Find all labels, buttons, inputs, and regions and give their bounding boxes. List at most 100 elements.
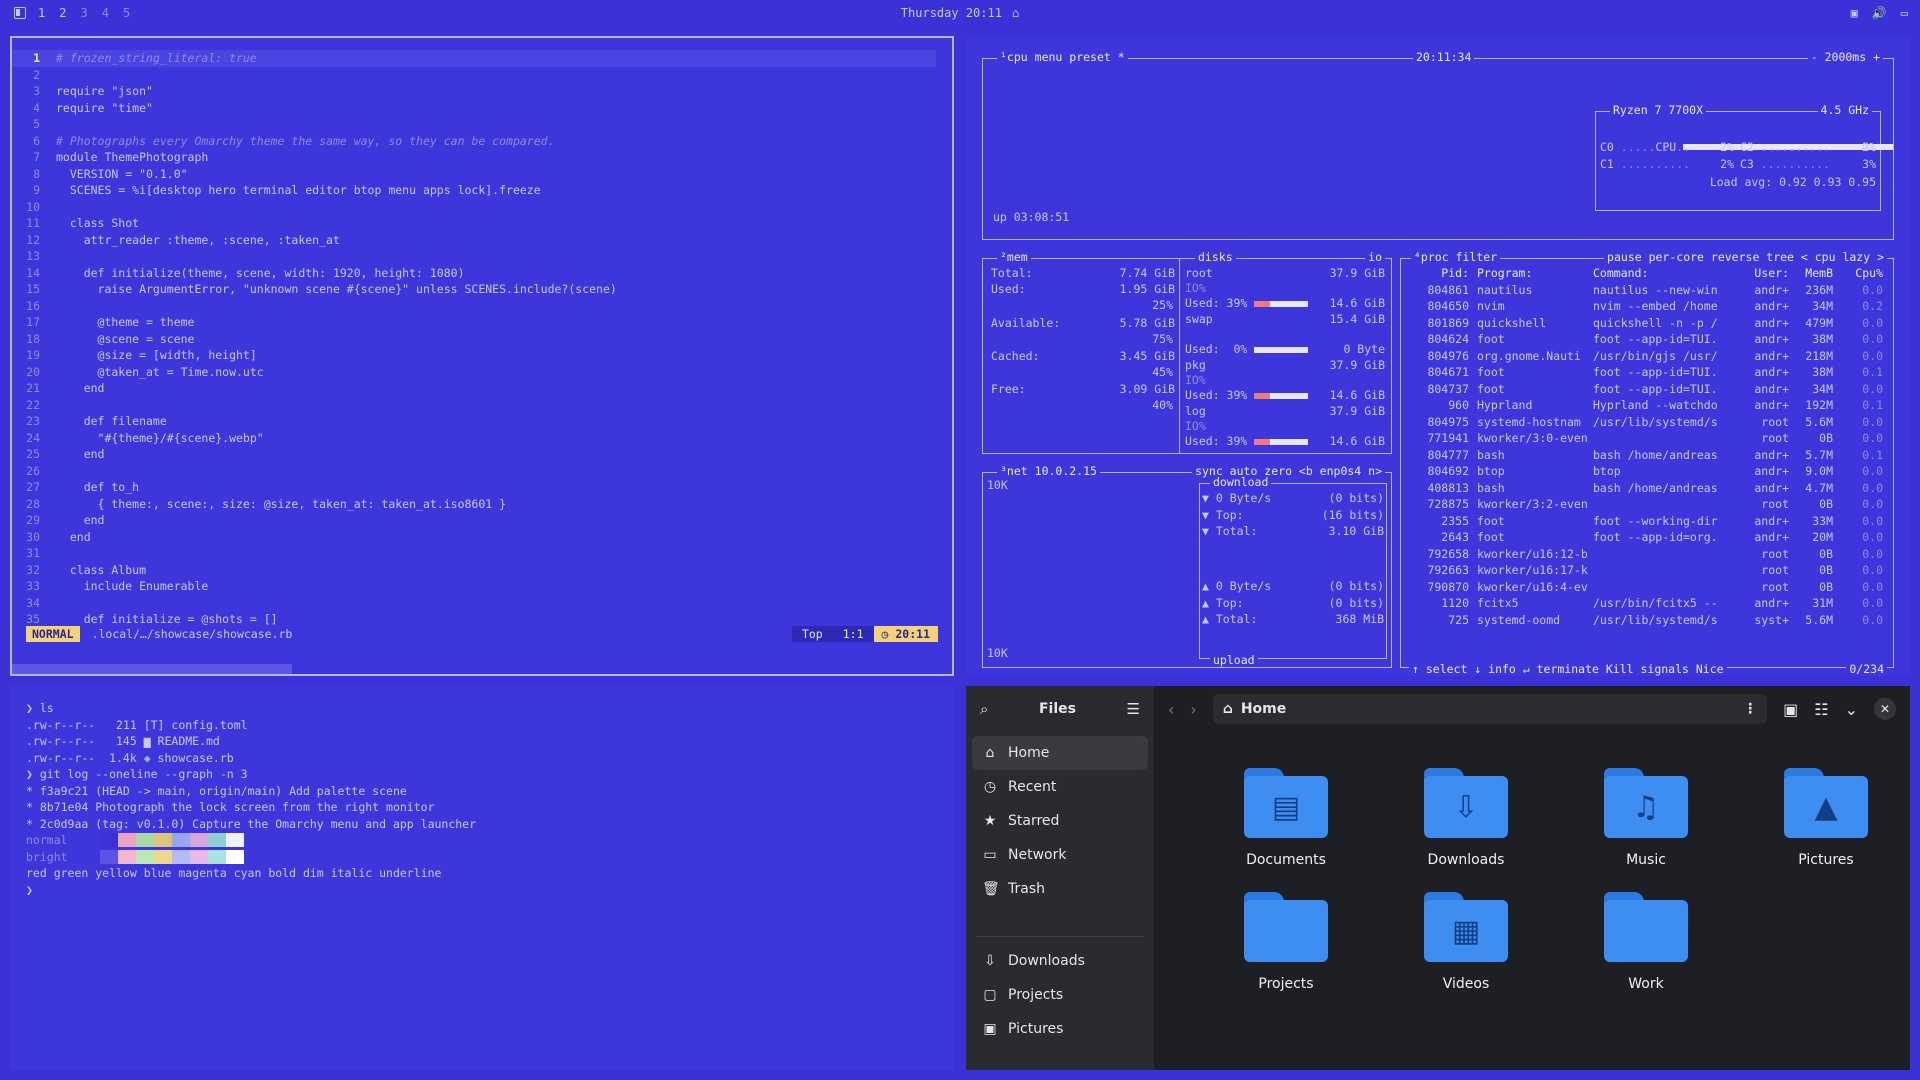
sidebar-item-downloads[interactable]: ⇩ Downloads bbox=[972, 944, 1148, 978]
editor-line[interactable]: 9 SCENES = %i[desktop hero terminal edit… bbox=[12, 182, 952, 199]
menu-tab[interactable]: menu bbox=[1035, 50, 1063, 64]
proc-row[interactable]: 1120 fcitx5/usr/bin/fcitx5 -- andr+ 31M 0.0 bbox=[1405, 595, 1889, 612]
view-list-icon[interactable]: ☷ bbox=[1814, 700, 1828, 719]
sidebar-item-pictures[interactable]: ▣ Pictures bbox=[972, 1012, 1148, 1046]
editor-line[interactable]: 34 bbox=[12, 595, 952, 612]
proc-row[interactable]: 790870 kworker/u16:4-ev root 0B 0.0 bbox=[1405, 579, 1889, 596]
location-menu-icon[interactable]: ⋮ bbox=[1743, 701, 1757, 717]
proc-rows[interactable]: 804861 nautilus nautilus --new-win andr+ 236… bbox=[1405, 282, 1889, 629]
editor-line[interactable]: 4 require "time" bbox=[12, 100, 952, 117]
display-icon[interactable]: ▭ bbox=[1901, 6, 1908, 20]
terminal-output[interactable]: ❯ ls .rw-r--r-- 211 [T] config.toml .rw-r-… bbox=[26, 700, 476, 832]
camera-icon[interactable]: ▣ bbox=[1783, 700, 1798, 719]
editor-line[interactable]: 3 require "json" bbox=[12, 83, 952, 100]
proc-row[interactable]: 804671 foot foot --app-id=TUI. andr+ 38M 0.1 bbox=[1405, 364, 1889, 381]
editor-line[interactable]: 26 bbox=[12, 463, 952, 480]
editor-line[interactable]: 31 bbox=[12, 545, 952, 562]
editor-scrollbar[interactable] bbox=[12, 664, 292, 674]
sidebar-item-trash[interactable]: 🗑 Trash bbox=[972, 872, 1148, 906]
proc-row[interactable]: 804861 nautilus nautilus --new-win andr+ 236… bbox=[1405, 282, 1889, 299]
update-interval[interactable]: - 2000ms + bbox=[1807, 50, 1883, 64]
editor-line[interactable]: 18 @scene = scene bbox=[12, 331, 952, 348]
editor-line[interactable]: 8 VERSION = "0.1.0" bbox=[12, 166, 952, 183]
mem-title[interactable]: ²mem bbox=[997, 250, 1031, 264]
editor-line[interactable]: 29 end bbox=[12, 512, 952, 529]
folder-projects[interactable]: Projects bbox=[1196, 892, 1376, 992]
editor-line[interactable]: 32 class Album bbox=[12, 562, 952, 579]
proc-row[interactable]: 804624 foot foot --app-id=TUI. andr+ 38M 0.0 bbox=[1405, 331, 1889, 348]
proc-row[interactable]: 804692 btop btop andr+ 9.0M 0.0 bbox=[1405, 463, 1889, 480]
sidebar-item-network[interactable]: ▭ Network bbox=[972, 838, 1148, 872]
folder-videos[interactable]: ▦ Videos bbox=[1376, 892, 1556, 992]
proc-title[interactable]: ⁴proc filter bbox=[1411, 250, 1501, 264]
editor-line[interactable]: 23 def filename bbox=[12, 413, 952, 430]
editor-line[interactable]: 10 bbox=[12, 199, 952, 216]
close-icon[interactable]: ✕ bbox=[1874, 698, 1896, 720]
editor-line[interactable]: 5 bbox=[12, 116, 952, 133]
editor-line[interactable]: 21 end bbox=[12, 380, 952, 397]
clock[interactable]: Thursday 20:11 bbox=[901, 6, 1002, 20]
editor-line[interactable]: 27 def to_h bbox=[12, 479, 952, 496]
folder-documents[interactable]: ▤ Documents bbox=[1196, 768, 1376, 868]
sidebar-item-starred[interactable]: ★ Starred bbox=[972, 804, 1148, 838]
editor-line[interactable]: 19 @size = [width, height] bbox=[12, 347, 952, 364]
proc-row[interactable]: 408813 bash bash /home/andreas andr+ 4.7M 0.0 bbox=[1405, 480, 1889, 497]
screenshot-icon[interactable]: ▣ bbox=[1851, 6, 1858, 20]
workspace-2[interactable]: 2 bbox=[57, 6, 68, 20]
menu-icon[interactable]: ☰ bbox=[1127, 700, 1140, 718]
proc-row[interactable]: 804777 bash bash /home/andreas andr+ 5.7M 0.1 bbox=[1405, 447, 1889, 464]
editor-line[interactable]: 6 # Photographs every Omarchy theme the s… bbox=[12, 133, 952, 150]
sidebar-item-home[interactable]: ⌂ Home bbox=[972, 736, 1148, 770]
proc-row[interactable]: 792663 kworker/u16:17-k root 0B 0.0 bbox=[1405, 562, 1889, 579]
btop-window[interactable]: ¹cpu menu preset * 20:11:34 - 2000ms + R… bbox=[966, 36, 1910, 676]
sidebar-item-projects[interactable]: ▢ Projects bbox=[972, 978, 1148, 1012]
search-icon[interactable]: ⌕ bbox=[980, 700, 988, 718]
location-bar[interactable]: ⌂ Home ⋮ bbox=[1212, 694, 1768, 724]
proc-row[interactable]: 728875 kworker/3:2-even root 0B 0.0 bbox=[1405, 496, 1889, 513]
proc-row[interactable]: 804975 systemd-hostnam/usr/lib/systemd/s r… bbox=[1405, 414, 1889, 431]
editor-buffer[interactable]: 1 # frozen_string_literal: true 2 3 require … bbox=[12, 50, 952, 628]
folder-pictures[interactable]: ▲ Pictures bbox=[1736, 768, 1910, 868]
editor-line[interactable]: 20 @taken_at = Time.now.utc bbox=[12, 364, 952, 381]
workspace-4[interactable]: 4 bbox=[100, 6, 111, 20]
weather-icon[interactable]: ⌂ bbox=[1012, 6, 1019, 20]
preset-tab[interactable]: preset * bbox=[1069, 50, 1124, 64]
proc-row[interactable]: 725 systemd-oomd/usr/lib/systemd/s syst+ 5.… bbox=[1405, 612, 1889, 629]
editor-line[interactable]: 1 # frozen_string_literal: true bbox=[12, 50, 936, 67]
editor-line[interactable]: 7 module ThemePhotograph bbox=[12, 149, 952, 166]
proc-row[interactable]: 771941 kworker/3:0-even root 0B 0.0 bbox=[1405, 430, 1889, 447]
proc-options[interactable]: pause per-core reverse tree < cpu lazy > bbox=[1604, 250, 1887, 264]
io-toggle[interactable]: io bbox=[1365, 250, 1385, 264]
proc-row[interactable]: 2643 foot foot --app-id=org. andr+ 20M 0.0 bbox=[1405, 529, 1889, 546]
editor-line[interactable]: 2 bbox=[12, 67, 952, 84]
folder-work[interactable]: Work bbox=[1556, 892, 1736, 992]
back-icon[interactable]: ‹ bbox=[1168, 700, 1174, 719]
editor-line[interactable]: 24 "#{theme}/#{scene}.webp" bbox=[12, 430, 952, 447]
editor-line[interactable]: 16 bbox=[12, 298, 952, 315]
editor-line[interactable]: 13 bbox=[12, 248, 952, 265]
terminal-prompt[interactable]: ❯ bbox=[26, 882, 441, 899]
editor-line[interactable]: 12 attr_reader :theme, :scene, :taken_at bbox=[12, 232, 952, 249]
launcher-icon[interactable] bbox=[14, 7, 26, 19]
editor-window[interactable]: 1 # frozen_string_literal: true 2 3 require … bbox=[10, 36, 954, 676]
proc-footer[interactable]: ↑ select ↓ info ↵ terminate Kill signals… bbox=[1409, 662, 1727, 676]
editor-line[interactable]: 15 raise ArgumentError, "unknown scene #… bbox=[12, 281, 952, 298]
workspace-1[interactable]: 1 bbox=[36, 6, 47, 20]
editor-line[interactable]: 25 end bbox=[12, 446, 952, 463]
chevron-down-icon[interactable]: ⌄ bbox=[1845, 700, 1858, 719]
proc-row[interactable]: 804737 foot foot --app-id=TUI. andr+ 34M 0.0 bbox=[1405, 381, 1889, 398]
workspace-3[interactable]: 3 bbox=[78, 6, 89, 20]
files-window[interactable]: ⌕ Files ☰ ⌂ Home ◷ Recent ★ Starred ▭ Network 🗑 T… bbox=[966, 686, 1910, 1070]
filter-tab[interactable]: filter bbox=[1456, 250, 1498, 264]
proc-row[interactable]: 2355 foot foot --working-dir andr+ 33M 0.0 bbox=[1405, 513, 1889, 530]
proc-row[interactable]: 792658 kworker/u16:12-b root 0B 0.0 bbox=[1405, 546, 1889, 563]
net-title[interactable]: ³net 10.0.2.15 bbox=[997, 464, 1100, 478]
proc-row[interactable]: 801869 quickshell quickshell -n -p / andr+ 4… bbox=[1405, 315, 1889, 332]
forward-icon[interactable]: › bbox=[1190, 700, 1196, 719]
terminal-window[interactable]: ❯ ls .rw-r--r-- 211 [T] config.toml .rw-r-… bbox=[10, 686, 954, 1070]
editor-line[interactable]: 28 { theme:, scene:, size: @size, taken_… bbox=[12, 496, 952, 513]
folder-downloads[interactable]: ⇩ Downloads bbox=[1376, 768, 1556, 868]
cpu-title[interactable]: ¹cpu menu preset * bbox=[997, 50, 1128, 64]
proc-row[interactable]: 804650 nvim nvim --embed /home andr+ 34M 0.2 bbox=[1405, 298, 1889, 315]
editor-line[interactable]: 33 include Enumerable bbox=[12, 578, 952, 595]
